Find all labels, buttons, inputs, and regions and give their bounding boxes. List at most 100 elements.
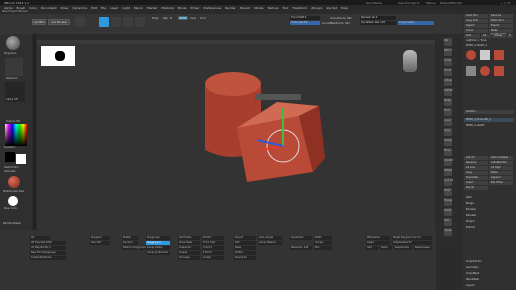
switch-color-button[interactable]: SwitchColor (4, 166, 19, 169)
group-visible-button[interactable]: Group Visible (146, 246, 170, 250)
subtool-item-cylinder[interactable]: PM3D_Cylinder3D_1 (464, 118, 514, 122)
aahalf-button[interactable]: AAHalf (444, 88, 452, 96)
tool-thumbnail-5[interactable] (480, 66, 490, 76)
size-slider[interactable]: Size 128 (90, 241, 110, 245)
dynamic-toggle[interactable]: Dynamic (122, 241, 138, 245)
rgb-button[interactable]: Rgb (163, 17, 168, 20)
rotate-mode-button[interactable] (135, 17, 145, 27)
menu-light[interactable]: Light (122, 6, 130, 10)
sculptris-pro-menu[interactable]: Sculptris Pro (464, 260, 514, 264)
adapt-button[interactable]: Adapt (366, 241, 390, 245)
crease-button[interactable]: Crease (178, 251, 200, 255)
list-all-button[interactable]: List All (464, 156, 488, 160)
polygroup-it-button[interactable]: Polygroup it (146, 241, 170, 245)
menu-edit[interactable]: Edit (91, 6, 97, 10)
tool-thumbnail-3[interactable] (494, 50, 504, 60)
menu-layer[interactable]: Layer (110, 6, 118, 10)
polypaint-button[interactable]: Polypaint (90, 236, 110, 240)
quicksave-button[interactable]: QuickSave (366, 1, 382, 5)
zcut-button[interactable]: Zcut (200, 17, 206, 20)
zsub-button[interactable]: Zsub (190, 17, 196, 20)
actual-button[interactable]: Actual (444, 78, 452, 86)
tool-thumbnail-1[interactable] (466, 50, 476, 60)
ghost-button[interactable]: Ghost (444, 208, 452, 216)
menu-help[interactable]: Help (341, 6, 348, 10)
default-zscript-button[interactable]: DefaultZScript (440, 1, 462, 5)
goz-visible-button[interactable]: Visible (492, 34, 506, 38)
auto-groups-button[interactable]: Auto Groups (258, 236, 282, 240)
arraymesh-menu[interactable]: ArrayMesh (464, 272, 514, 276)
geometry-menu[interactable]: Geometry (464, 266, 514, 270)
close-holes-button[interactable]: Close Holes (178, 241, 200, 245)
e-smt-slider[interactable]: E Smt 5 (202, 251, 224, 255)
menu-texture[interactable]: Texture (268, 6, 279, 10)
duplicate-button[interactable]: Duplicate (464, 176, 488, 180)
menu-zscript[interactable]: Zscript (327, 6, 337, 10)
dynamesh-res-slider[interactable]: DynaMesh Res 128 (360, 21, 396, 25)
menu-marker[interactable]: Marker (147, 6, 157, 10)
mesh-scene[interactable] (37, 44, 435, 230)
subtool-item-cube[interactable]: PM3D_Cube3D (464, 124, 514, 128)
clone-button[interactable]: Clone (464, 29, 488, 33)
create-wireframe-button[interactable]: Create Wireframe (30, 256, 66, 260)
solo-button[interactable]: Solo (444, 218, 452, 226)
zoomd-button[interactable]: ZoomD (444, 158, 453, 166)
save-as-button[interactable]: Save As (489, 14, 513, 18)
goz-r-button[interactable]: R (507, 34, 513, 38)
brush-thumbnail[interactable] (6, 36, 20, 50)
split-menu[interactable]: Split (464, 196, 514, 200)
groups-button[interactable]: Groups (314, 241, 332, 245)
goz-all-button[interactable]: All (481, 34, 491, 38)
all-high-button[interactable]: All High (489, 166, 513, 170)
extract-button[interactable]: Extract (202, 236, 224, 240)
material-thumbnail[interactable] (8, 176, 20, 188)
line-fill-button[interactable]: Line Fill (444, 178, 453, 186)
thick-slider[interactable]: Thick 0.02 (202, 241, 224, 245)
window-controls-icon[interactable]: — ▢ ✕ (500, 1, 510, 5)
bpr-button[interactable]: Bpr (444, 38, 452, 46)
menu-macro[interactable]: Macro (134, 6, 143, 10)
frame-button[interactable]: Frame (444, 138, 452, 146)
rename-button[interactable]: Rename (464, 161, 488, 165)
all-low-button[interactable]: All Low (464, 166, 488, 170)
local-button[interactable]: Local (444, 118, 452, 126)
xpose-button[interactable]: Xpose (444, 228, 452, 236)
menu-material[interactable]: Material (161, 6, 173, 10)
auto-collapse-button[interactable]: Auto Collapse (489, 156, 513, 160)
new-from-polygroups-button[interactable]: New From Polygroups (30, 251, 66, 255)
keep-creases-button[interactable]: KeepCreases (414, 246, 432, 250)
pa-blur-slider[interactable]: PA Blur (234, 251, 256, 255)
make-polymesh-button[interactable]: Make PolyMesh3D (489, 29, 513, 36)
mask-by-polygroups-slider[interactable]: Mask by Polygroups (122, 246, 146, 250)
live-boolean-button[interactable]: Live Boolean (48, 19, 70, 25)
menu-movie[interactable]: Movie (178, 6, 187, 10)
menu-file[interactable]: File (101, 6, 106, 10)
scale-mode-button[interactable] (123, 17, 133, 27)
zremesher-button[interactable]: ZRemesher (366, 236, 390, 240)
resolution-slider[interactable]: Resolution 128 (290, 246, 312, 250)
main-color-thumbnail[interactable] (8, 196, 18, 206)
menu-draw[interactable]: Draw (61, 6, 69, 10)
lightbox-button[interactable]: LightBox (32, 19, 46, 25)
menus-button[interactable]: Menus (426, 1, 436, 5)
nanomesh-menu[interactable]: NanoMesh (464, 278, 514, 282)
boolean-menu[interactable]: Boolean (464, 208, 514, 212)
menu-color[interactable]: Color (29, 6, 37, 10)
same-button[interactable]: Same (380, 246, 392, 250)
import-button[interactable]: Import (464, 24, 488, 28)
subtool-header[interactable]: Subtool (464, 110, 514, 114)
remesh-slider[interactable]: Remesh All 0 (360, 16, 396, 20)
color-picker[interactable] (5, 124, 27, 146)
uncrease-button[interactable]: Uncrease (178, 256, 200, 260)
menu-preferences[interactable]: Preferences (203, 6, 221, 10)
accept-button[interactable]: Accept (202, 256, 224, 260)
project-button[interactable]: Project (234, 236, 256, 240)
draw-mode-button[interactable] (99, 17, 109, 27)
menu-brush[interactable]: Brush (17, 6, 26, 10)
blur-slider[interactable]: Blur (314, 246, 332, 250)
remesh-menu[interactable]: Remesh (464, 214, 514, 218)
group-masked-button[interactable]: Group Masked (258, 241, 282, 245)
vr-flag-size-slider[interactable]: VR Flag Size 2048 (30, 241, 66, 245)
scroll-button[interactable]: Scroll (444, 58, 452, 66)
edit-mode-button[interactable] (75, 17, 85, 27)
